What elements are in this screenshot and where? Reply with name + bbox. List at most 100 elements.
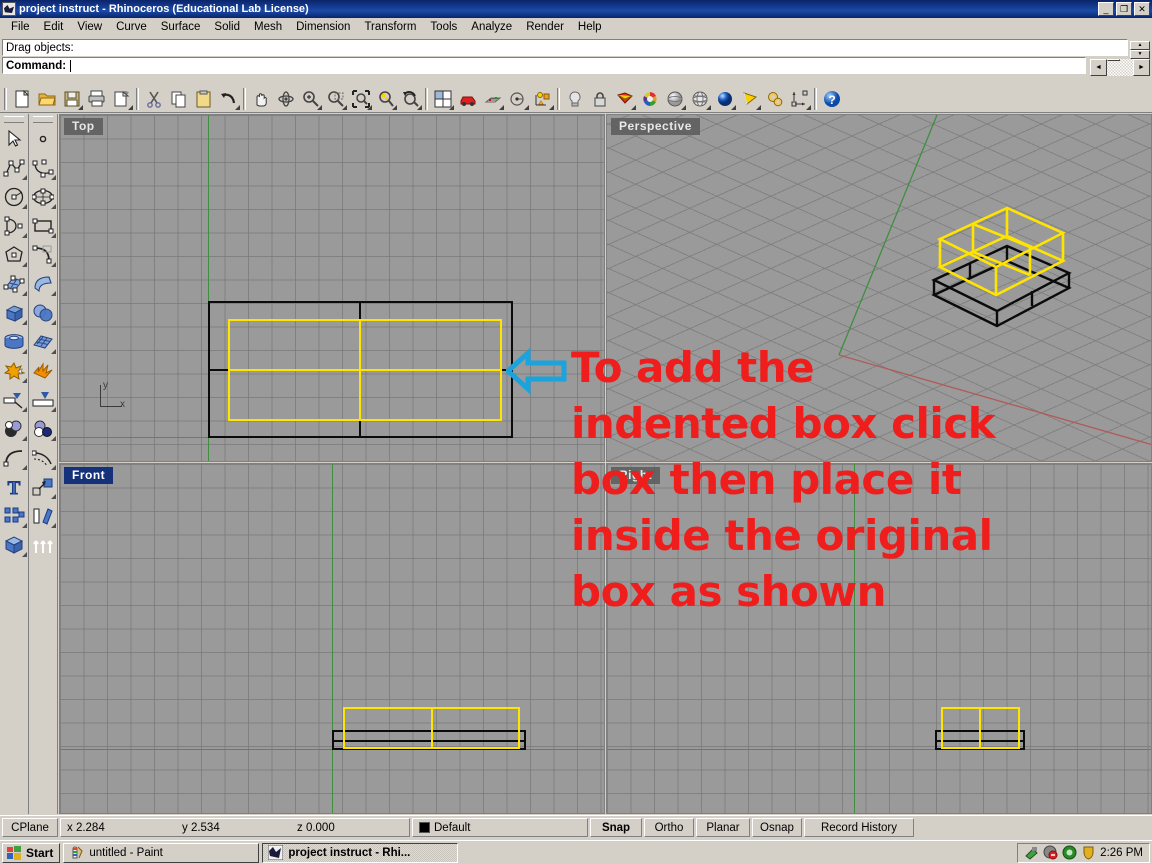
boolean-difference-icon[interactable] xyxy=(1,414,28,443)
shade-sphere-icon[interactable] xyxy=(662,86,687,111)
rotate-view-icon[interactable] xyxy=(273,86,298,111)
color-wheel-icon[interactable] xyxy=(637,86,662,111)
surface-sweep-icon[interactable] xyxy=(30,269,57,298)
toolbar-grip-left[interactable] xyxy=(4,116,25,123)
split-icon[interactable] xyxy=(30,385,57,414)
cap-solid-icon[interactable] xyxy=(1,530,28,559)
menu-surface[interactable]: Surface xyxy=(154,19,208,35)
zoom-extents-icon[interactable] xyxy=(348,86,373,111)
sphere-icon[interactable] xyxy=(30,298,57,327)
media-icon[interactable] xyxy=(1062,845,1077,860)
boolean-union-icon[interactable] xyxy=(1,356,28,385)
trim-icon[interactable] xyxy=(1,385,28,414)
select-arrow-icon[interactable] xyxy=(1,124,28,153)
ellipse-icon[interactable] xyxy=(30,182,57,211)
viewport-layout-icon[interactable] xyxy=(430,86,455,111)
layer-indicator[interactable]: Default xyxy=(412,818,588,837)
copy-icon[interactable] xyxy=(166,86,191,111)
command-spinner[interactable]: ▲ ▼ xyxy=(1130,41,1150,59)
menu-analyze[interactable]: Analyze xyxy=(464,19,519,35)
light-bulb-icon[interactable] xyxy=(562,86,587,111)
dimension-icon[interactable] xyxy=(787,86,812,111)
menu-mesh[interactable]: Mesh xyxy=(247,19,289,35)
grid-snap-icon[interactable] xyxy=(480,86,505,111)
circle-point-icon[interactable] xyxy=(505,86,530,111)
render-car-icon[interactable] xyxy=(455,86,480,111)
osnap-toggle[interactable]: Osnap xyxy=(752,818,802,837)
zoom-previous-icon[interactable] xyxy=(398,86,423,111)
network-icon[interactable] xyxy=(1024,845,1039,860)
object-properties-icon[interactable] xyxy=(530,86,555,111)
print-icon[interactable] xyxy=(84,86,109,111)
undo-icon[interactable] xyxy=(216,86,241,111)
paste-icon[interactable] xyxy=(191,86,216,111)
new-file-icon[interactable] xyxy=(9,86,34,111)
taskbar-item-rhino[interactable]: project instruct - Rhi... xyxy=(262,842,459,863)
polygon-icon[interactable] xyxy=(1,240,28,269)
command-line[interactable]: Command: xyxy=(2,57,1086,74)
menu-solid[interactable]: Solid xyxy=(207,19,247,35)
menu-help[interactable]: Help xyxy=(571,19,609,35)
menu-dimension[interactable]: Dimension xyxy=(289,19,357,35)
start-button[interactable]: Start xyxy=(2,842,61,863)
scale-icon[interactable] xyxy=(30,472,57,501)
command-scroll-right[interactable]: ► xyxy=(1133,59,1150,76)
array-icon[interactable] xyxy=(1,501,28,530)
help-icon[interactable]: ? xyxy=(819,86,844,111)
menu-render[interactable]: Render xyxy=(519,19,571,35)
explode-icon[interactable] xyxy=(30,356,57,385)
point-icon[interactable] xyxy=(30,124,57,153)
menu-edit[interactable]: Edit xyxy=(37,19,71,35)
planar-toggle[interactable]: Planar xyxy=(696,818,750,837)
record-history-toggle[interactable]: Record History xyxy=(804,818,914,837)
viewport-front[interactable]: Front z x xyxy=(59,463,605,814)
close-button[interactable]: ✕ xyxy=(1134,2,1150,16)
mirror-icon[interactable] xyxy=(30,501,57,530)
command-scroll-left[interactable]: ◄ xyxy=(1090,59,1107,76)
viewport-top-label[interactable]: Top xyxy=(64,118,103,135)
options-gears-icon[interactable] xyxy=(762,86,787,111)
zoom-in-icon[interactable] xyxy=(298,86,323,111)
offset-curve-icon[interactable] xyxy=(30,443,57,472)
render-sphere-icon[interactable] xyxy=(712,86,737,111)
zoom-window-icon[interactable] xyxy=(323,86,348,111)
save-icon[interactable] xyxy=(59,86,84,111)
command-scroll-track[interactable] xyxy=(1107,59,1133,76)
cylinder-icon[interactable] xyxy=(1,327,28,356)
menu-curve[interactable]: Curve xyxy=(109,19,154,35)
command-spin-up[interactable]: ▲ xyxy=(1130,41,1150,50)
snap-toggle[interactable]: Snap xyxy=(590,818,642,837)
menu-tools[interactable]: Tools xyxy=(423,19,464,35)
surface-from-points-icon[interactable] xyxy=(1,269,28,298)
ortho-toggle[interactable]: Ortho xyxy=(644,818,694,837)
open-file-icon[interactable] xyxy=(34,86,59,111)
shield-icon[interactable] xyxy=(1081,845,1096,860)
extrude-icon[interactable] xyxy=(30,530,57,559)
menu-view[interactable]: View xyxy=(70,19,109,35)
command-spin-down[interactable]: ▼ xyxy=(1130,50,1150,59)
polyline-icon[interactable] xyxy=(1,153,28,182)
box-solid-icon[interactable] xyxy=(1,298,28,327)
clock[interactable]: 2:26 PM xyxy=(1100,847,1143,859)
surface-color-icon[interactable] xyxy=(612,86,637,111)
render-cone-icon[interactable] xyxy=(737,86,762,111)
command-hscrollbar[interactable]: ◄ ► xyxy=(1090,59,1150,76)
curve-control-points-icon[interactable] xyxy=(30,153,57,182)
restore-button[interactable]: ❐ xyxy=(1116,2,1132,16)
viewport-perspective-label[interactable]: Perspective xyxy=(611,118,700,135)
text-tool-icon[interactable]: T xyxy=(1,472,28,501)
taskbar-item-paint[interactable]: untitled - Paint xyxy=(63,842,260,863)
command-scroll-thumb[interactable] xyxy=(1107,59,1120,61)
print-preview-icon[interactable] xyxy=(109,86,134,111)
rectangle-icon[interactable] xyxy=(30,211,57,240)
curve-tangent-icon[interactable] xyxy=(30,240,57,269)
pan-hand-icon[interactable] xyxy=(248,86,273,111)
zoom-selected-icon[interactable] xyxy=(373,86,398,111)
fillet-curve-icon[interactable] xyxy=(1,443,28,472)
antivirus-icon[interactable] xyxy=(1043,845,1058,860)
cut-icon[interactable] xyxy=(141,86,166,111)
viewport-top[interactable]: Top y x xyxy=(59,114,605,462)
wireframe-sphere-icon[interactable] xyxy=(687,86,712,111)
lock-icon[interactable] xyxy=(587,86,612,111)
mesh-plane-icon[interactable] xyxy=(30,327,57,356)
